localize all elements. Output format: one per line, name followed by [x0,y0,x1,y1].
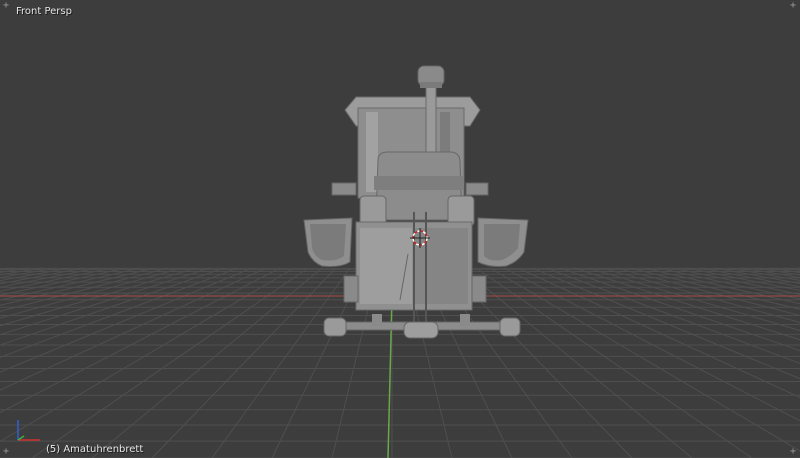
3d-viewport[interactable]: + + + + Front Persp (5) Amatuhrenbrett [0,0,800,458]
plus-icon[interactable]: + [788,1,798,11]
mesh-model[interactable] [303,65,529,339]
plus-icon[interactable]: + [1,1,11,11]
plus-icon[interactable]: + [788,447,798,457]
y-axis-line [387,295,393,458]
scene-canvas[interactable] [0,0,800,458]
view-label: Front Persp [16,6,72,17]
plus-icon[interactable]: + [1,447,11,457]
active-object-label: (5) Amatuhrenbrett [46,444,144,455]
xyz-axes-icon [17,420,40,441]
